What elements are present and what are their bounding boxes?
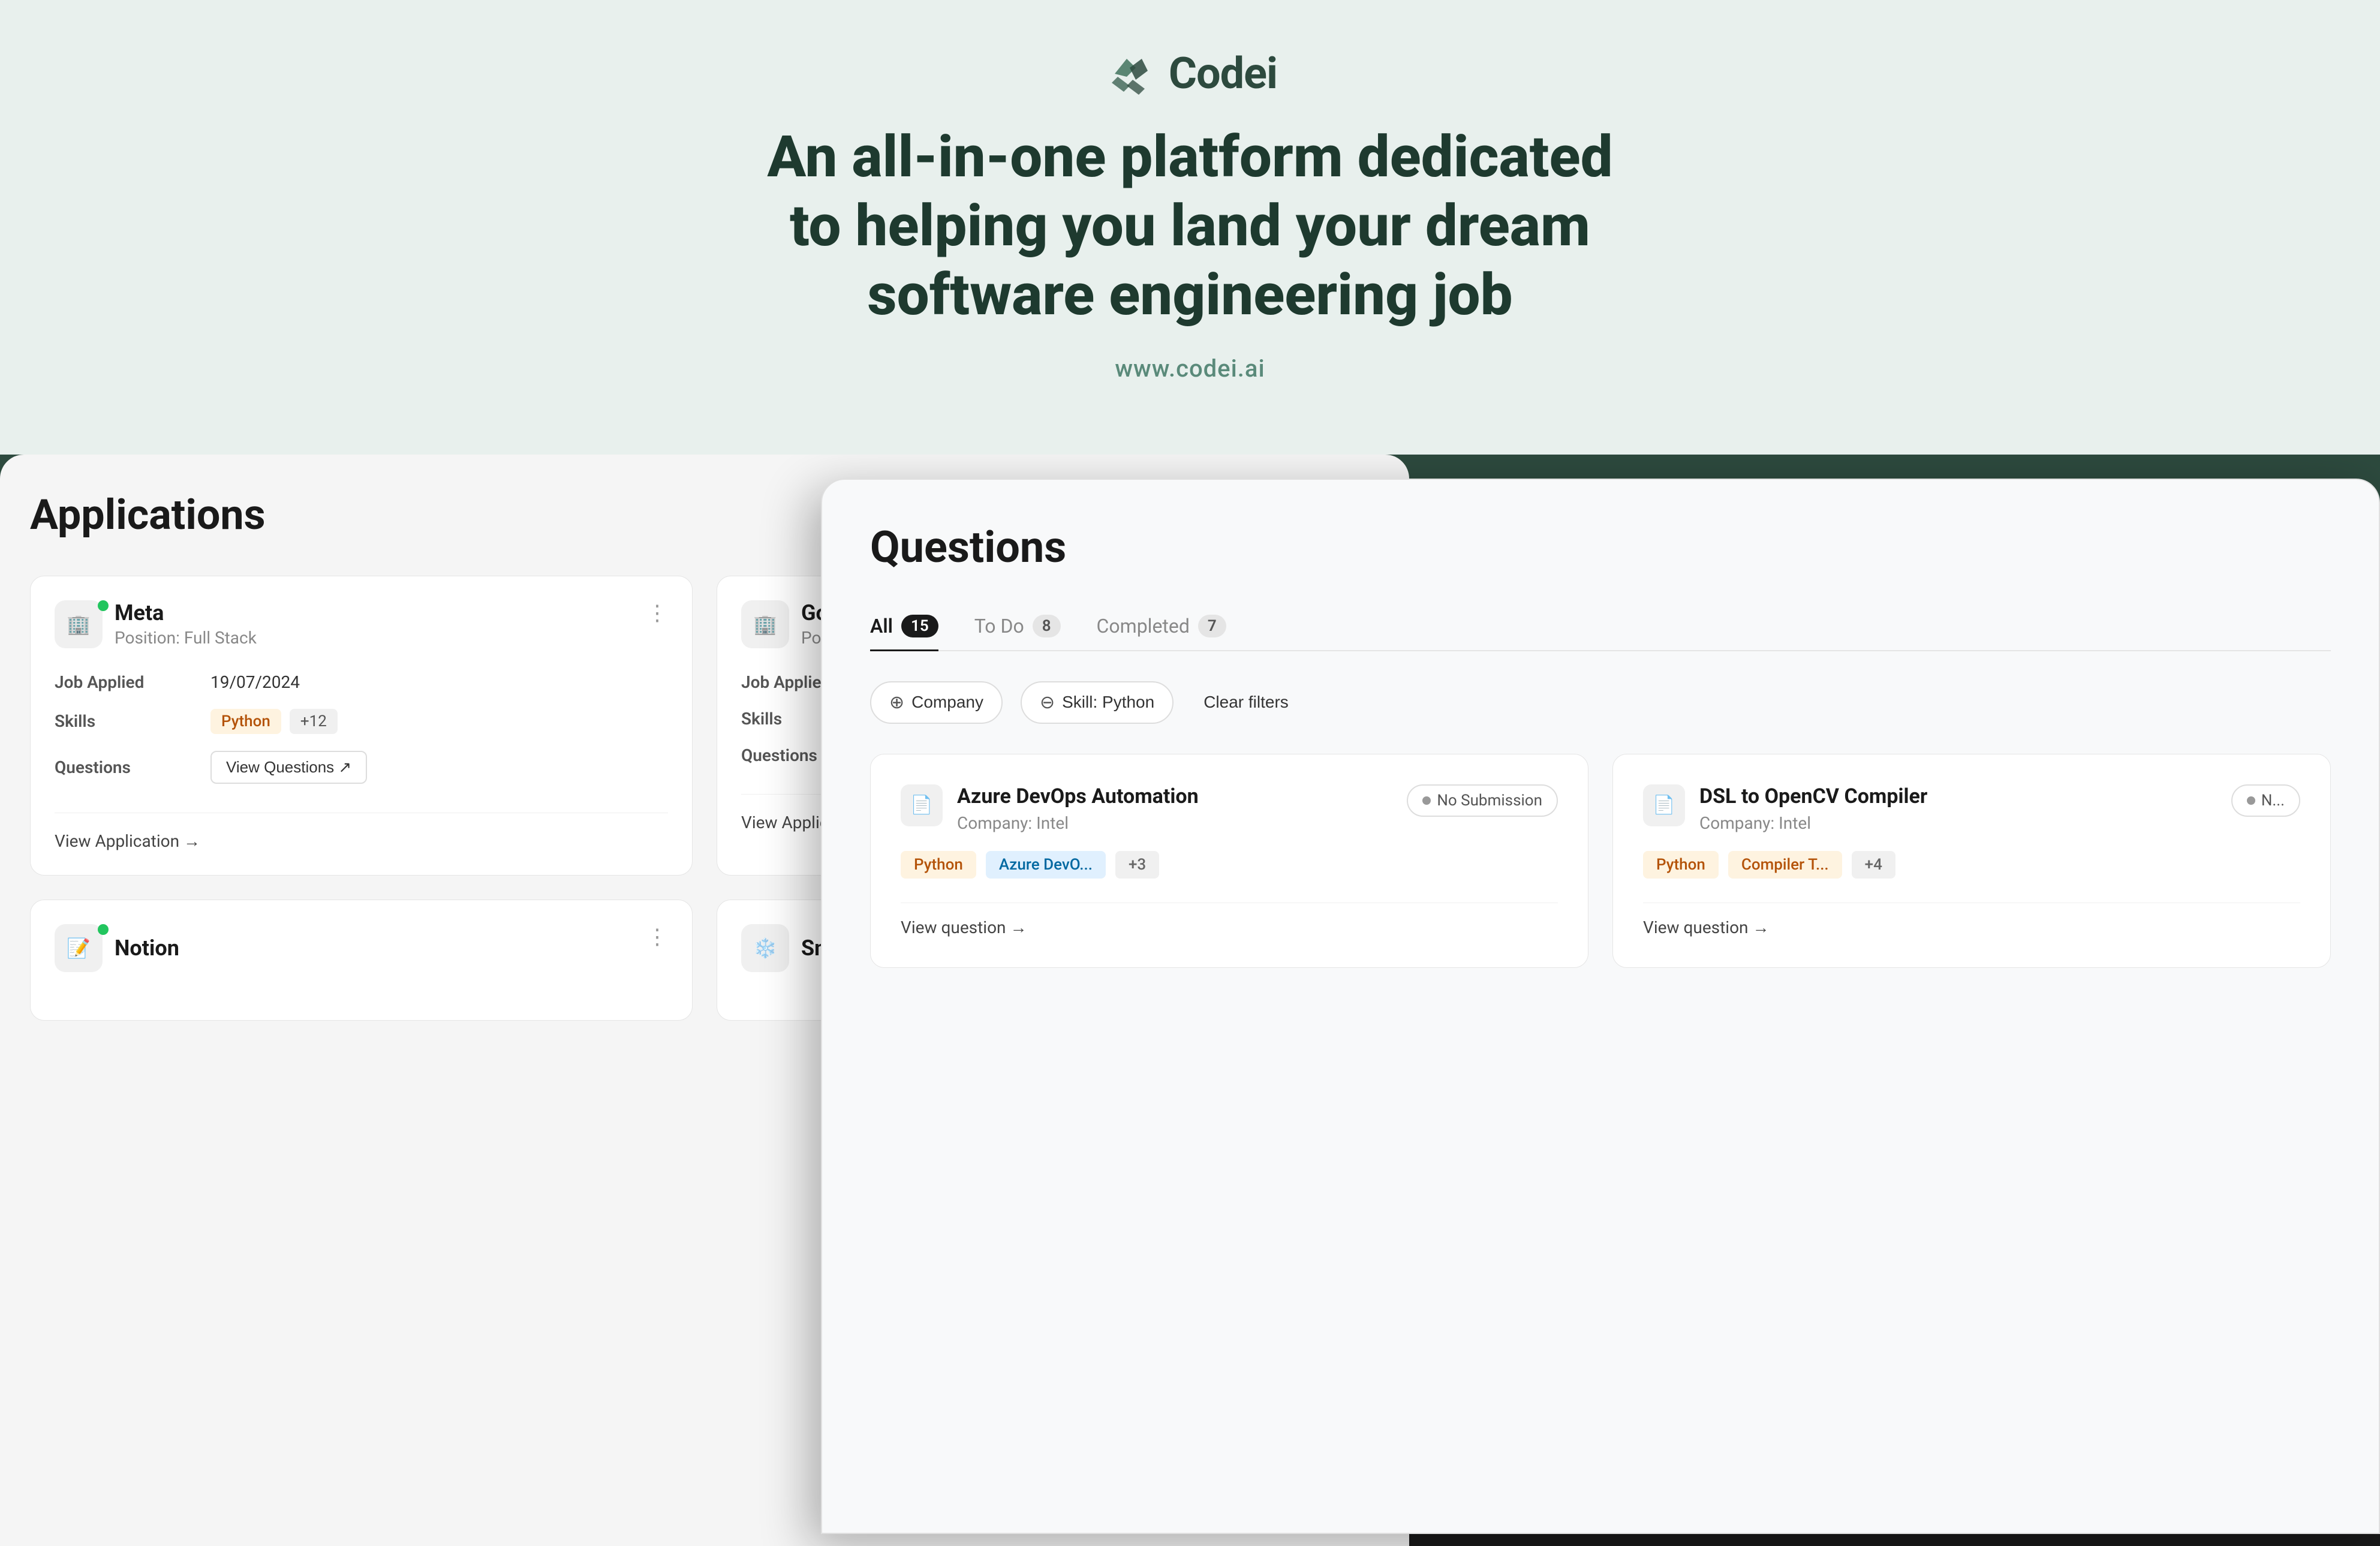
tab-completed[interactable]: Completed 7 bbox=[1097, 603, 1226, 651]
meta-skills-row: Skills Python +12 bbox=[55, 709, 668, 734]
meta-view-questions-button[interactable]: View Questions ↗ bbox=[210, 751, 367, 784]
clear-filters-button[interactable]: Clear filters bbox=[1191, 683, 1301, 721]
questions-panel: Questions All 15 To Do 8 Completed 7 ⊕ C… bbox=[821, 479, 2380, 1534]
meta-view-application-link[interactable]: View Application → bbox=[55, 813, 668, 851]
meta-questions-row: Questions View Questions ↗ bbox=[55, 751, 668, 784]
google-avatar: 🏢 bbox=[741, 600, 789, 648]
dsl-tags: Python Compiler T... +4 bbox=[1643, 851, 2300, 879]
skill-python-filter-label: Skill: Python bbox=[1062, 693, 1154, 712]
dsl-card-header: 📄 DSL to OpenCV Compiler Company: Intel … bbox=[1643, 784, 2300, 833]
dsl-q-title: DSL to OpenCV Compiler bbox=[1699, 784, 1927, 808]
meta-status-dot bbox=[98, 600, 109, 611]
tab-completed-badge: 7 bbox=[1198, 615, 1226, 637]
tab-completed-label: Completed bbox=[1097, 615, 1190, 637]
questions-tabs: All 15 To Do 8 Completed 7 bbox=[870, 603, 2331, 651]
azure-status-text: No Submission bbox=[1437, 792, 1542, 810]
filter-row: ⊕ Company ⊖ Skill: Python Clear filters bbox=[870, 681, 2331, 724]
dsl-status-badge: N... bbox=[2231, 784, 2300, 817]
meta-job-applied-date: 19/07/2024 bbox=[210, 672, 300, 692]
tab-todo[interactable]: To Do 8 bbox=[974, 603, 1061, 651]
company-filter-label: Company bbox=[911, 693, 983, 712]
azure-q-info: Azure DevOps Automation Company: Intel bbox=[957, 784, 1199, 833]
azure-tag-python: Python bbox=[901, 851, 976, 879]
meta-avatar: 🏢 bbox=[55, 600, 103, 648]
azure-card-header: 📄 Azure DevOps Automation Company: Intel… bbox=[901, 784, 1558, 833]
dsl-question-card: 📄 DSL to OpenCV Compiler Company: Intel … bbox=[1612, 754, 2331, 968]
hero-url: www.codei.ai bbox=[1115, 354, 1265, 383]
questions-title: Questions bbox=[870, 522, 2331, 573]
dsl-tag-compiler: Compiler T... bbox=[1728, 851, 1842, 879]
tab-all-badge: 15 bbox=[901, 615, 938, 637]
logo-text: Codei bbox=[1169, 48, 1277, 99]
tab-todo-badge: 8 bbox=[1033, 615, 1061, 637]
notion-avatar: 📝 bbox=[55, 924, 103, 972]
dsl-view-question-link[interactable]: View question → bbox=[1643, 903, 2300, 937]
dsl-tag-python: Python bbox=[1643, 851, 1719, 879]
meta-skill-python: Python bbox=[210, 709, 281, 734]
azure-tag-more: +3 bbox=[1115, 851, 1159, 879]
notion-company-name: Notion bbox=[115, 936, 179, 961]
hero-section: Codei An all-in-one platform dedicated t… bbox=[0, 0, 2380, 455]
logo-row: Codei bbox=[1103, 48, 1277, 99]
azure-status-badge: No Submission bbox=[1407, 784, 1558, 817]
notion-app-card: 📝 Notion ⋮ bbox=[30, 900, 693, 1021]
notion-company-info: Notion bbox=[115, 936, 179, 961]
azure-q-company: Company: Intel bbox=[957, 813, 1199, 833]
azure-question-card: 📄 Azure DevOps Automation Company: Intel… bbox=[870, 754, 1588, 968]
dsl-card-left: 📄 DSL to OpenCV Compiler Company: Intel bbox=[1643, 784, 1927, 833]
codei-logo-icon bbox=[1103, 50, 1157, 98]
azure-card-left: 📄 Azure DevOps Automation Company: Intel bbox=[901, 784, 1199, 833]
meta-company-info: Meta Position: Full Stack bbox=[115, 600, 257, 648]
skill-python-filter-button[interactable]: ⊖ Skill: Python bbox=[1021, 681, 1174, 724]
meta-position: Position: Full Stack bbox=[115, 628, 257, 648]
hero-headline: An all-in-one platform dedicated to help… bbox=[767, 123, 1612, 330]
meta-skills-tags: Python +12 bbox=[210, 709, 338, 734]
notion-status-dot bbox=[98, 924, 109, 935]
dsl-status-dot bbox=[2247, 796, 2255, 805]
company-filter-button[interactable]: ⊕ Company bbox=[870, 681, 1003, 724]
meta-app-card: 🏢 Meta Position: Full Stack ⋮ Job Applie… bbox=[30, 576, 693, 876]
meta-questions-label: Questions bbox=[55, 757, 210, 777]
azure-q-title: Azure DevOps Automation bbox=[957, 784, 1199, 808]
meta-company-name: Meta bbox=[115, 600, 257, 625]
azure-q-icon: 📄 bbox=[901, 784, 943, 826]
dsl-tag-more: +4 bbox=[1852, 851, 1895, 879]
meta-card-menu[interactable]: ⋮ bbox=[646, 600, 668, 625]
notion-card-header: 📝 Notion ⋮ bbox=[55, 924, 668, 972]
azure-view-question-link[interactable]: View question → bbox=[901, 903, 1558, 937]
azure-tags: Python Azure DevO... +3 bbox=[901, 851, 1558, 879]
dsl-q-info: DSL to OpenCV Compiler Company: Intel bbox=[1699, 784, 1927, 833]
meta-card-header: 🏢 Meta Position: Full Stack ⋮ bbox=[55, 600, 668, 648]
add-filter-icon: ⊕ bbox=[889, 692, 904, 713]
meta-skill-more: +12 bbox=[290, 709, 338, 734]
tab-all-label: All bbox=[870, 615, 893, 637]
dsl-q-company: Company: Intel bbox=[1699, 813, 1927, 833]
azure-tag-azure: Azure DevO... bbox=[986, 851, 1106, 879]
notion-card-menu[interactable]: ⋮ bbox=[646, 924, 668, 949]
meta-job-applied-label: Job Applied bbox=[55, 672, 210, 692]
mockups-area: Applications 🏢 Meta Position: Full Stack… bbox=[0, 455, 2380, 1546]
dsl-status-text: N... bbox=[2261, 792, 2285, 810]
remove-filter-icon: ⊖ bbox=[1040, 692, 1055, 713]
azure-status-dot bbox=[1422, 796, 1431, 805]
tab-all[interactable]: All 15 bbox=[870, 603, 938, 651]
dsl-q-icon: 📄 bbox=[1643, 784, 1685, 826]
snowflake-avatar: ❄️ bbox=[741, 924, 789, 972]
meta-skills-label: Skills bbox=[55, 711, 210, 731]
meta-job-applied-row: Job Applied 19/07/2024 bbox=[55, 672, 668, 692]
questions-grid: 📄 Azure DevOps Automation Company: Intel… bbox=[870, 754, 2331, 968]
tab-todo-label: To Do bbox=[974, 615, 1024, 637]
